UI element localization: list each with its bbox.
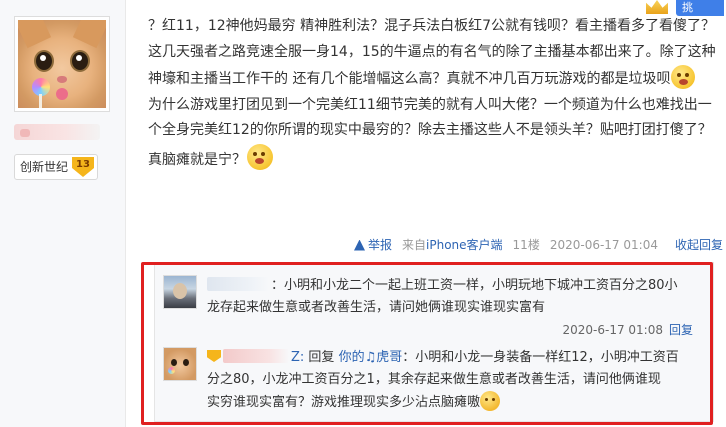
- post-line: 真脑瘫就是宁？: [148, 143, 720, 174]
- reply-avatar[interactable]: [163, 347, 197, 381]
- post-line: ？红11，12神他妈最穷 精神胜利法？混子兵法白板红7公就有钱呗？看主播看多了看…: [148, 18, 715, 34]
- user-sidebar: 创新世纪 13: [0, 0, 126, 427]
- username-blurred-mark: [20, 129, 30, 137]
- post-meta: 举报 来自iPhone客户端 11楼 2020-06-17 01:04 收起回复: [354, 236, 726, 254]
- post-content: ？红11，12神他妈最穷 精神胜利法？混子兵法白板红7公就有钱呗？看主播看多了看…: [148, 14, 720, 174]
- device-link[interactable]: iPhone客户端: [426, 238, 503, 252]
- floor-number: 11楼: [512, 238, 540, 252]
- reply-body: ：小明和小龙二个一起上班工资一样，小明玩地下城冲工资百分之80小 龙存起来做生意…: [207, 275, 703, 319]
- crown-icon: [646, 0, 668, 14]
- post-line: 神壕和主播当工作干的 还有几个能增幅这么高？真就不冲几百万玩游戏的都是垃圾呗: [148, 65, 720, 93]
- reply-text: 龙存起来做生意或者改善生活，请问她俩谁现实谁现实富有: [207, 300, 546, 315]
- reply-body: Z: 回复 你的♫虎哥：小明和小龙一身装备一样红12，小明冲工资百 分之80，小…: [207, 349, 679, 411]
- post-line: 这几天强者之路竞速全服一身14，15的牛逼点的有名气的除了主播基本都出来了。除了…: [148, 43, 716, 60]
- reply-avatar[interactable]: [163, 275, 197, 309]
- post-timestamp: 2020-06-17 01:04: [549, 238, 658, 252]
- avatar-image: [18, 20, 106, 108]
- forum-badge[interactable]: 创新世纪 13: [14, 154, 99, 180]
- reply-text: 实穷谁现实富有？游戏推理现实多少沾点脑瘫嗷: [207, 395, 481, 410]
- awkward-face-emoji-icon: [671, 65, 696, 90]
- avatar[interactable]: [14, 16, 110, 112]
- reply-timestamp: 2020-6-17 01:08: [562, 323, 663, 337]
- awkward-face-emoji-icon: [247, 143, 273, 170]
- reply-meta: 2020-6-17 01:08 回复: [562, 321, 693, 338]
- reply-text: 分之80，小龙冲工资百分之1，其余存起来做生意或者改善生活，请问他俩谁现: [207, 372, 661, 387]
- reply-username-blurred[interactable]: [207, 277, 269, 291]
- device-source: 来自iPhone客户端: [402, 238, 503, 252]
- level-number: 13: [76, 159, 90, 170]
- report-link[interactable]: 举报: [354, 236, 392, 254]
- forum-badge-label: 创新世纪: [20, 160, 69, 174]
- post-line: 为什么游戏里打团见到一个完美红11细节完美的就有人叫大佬？一个频道为什么也难找出…: [148, 96, 712, 113]
- warning-icon: [354, 239, 365, 251]
- vip-icon: [207, 350, 221, 362]
- reply-button[interactable]: 回复: [669, 323, 693, 337]
- level-shield-icon: 13: [72, 157, 95, 177]
- collapse-replies-button[interactable]: 收起回复: [670, 235, 726, 255]
- smile-face-emoji-icon: [480, 391, 501, 411]
- reply-text: ：小明和小龙二个一起上班工资一样，小明玩地下城冲工资百分之80小: [271, 278, 678, 293]
- reply-list: ：小明和小龙二个一起上班工资一样，小明玩地下城冲工资百分之80小 龙存起来做生意…: [154, 262, 714, 422]
- reply-text: ：小明和小龙一身装备一样红12，小明冲工资百: [402, 350, 679, 365]
- post-line: 个全身完美红12的你所谓的现实中最穷的？除去主播这些人不是领头羊？贴吧打团打傻了…: [148, 122, 712, 139]
- reply-to-user-link[interactable]: 你的♫虎哥: [339, 350, 403, 365]
- reply-username-blurred[interactable]: [223, 349, 289, 363]
